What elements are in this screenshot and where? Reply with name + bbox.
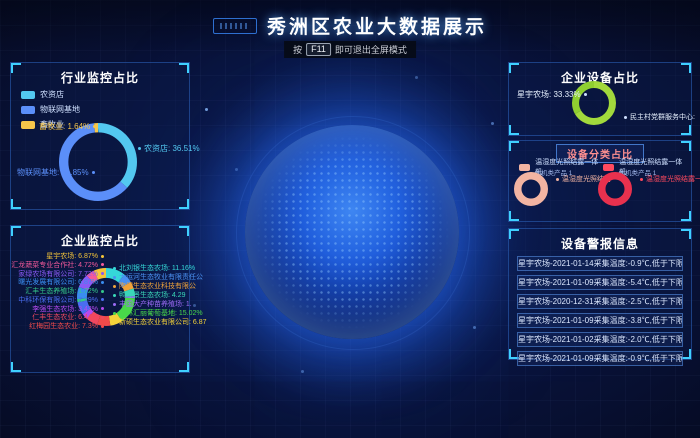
legend-swatch-icon (21, 106, 35, 114)
page-header: 秀洲区农业大数据展示 (0, 12, 700, 39)
tooltip-prefix: 按 (293, 43, 302, 56)
enterprise-label: 陶门生态农业科技有限公 (110, 283, 196, 291)
brand-logo-icon (213, 18, 257, 34)
globe (245, 125, 459, 339)
alarm-row: 星宇农场-2021-01-09采集温度:-3.8℃,低于下限:0℃ (517, 313, 683, 328)
enterprise-label: 仁丰生态农业: 6.44% (32, 314, 107, 322)
industry-monitor-panel: 行业监控占比 农资店 物联网基地 畜牧业 畜牧业: 1.64% 农资店: 36.… (10, 62, 190, 210)
device-class-panel: 设备分类占比 温湿度光照结露一体机 一体机类产品 1 温湿度光照结露一 温湿度光… (508, 140, 692, 222)
alarm-row: 星宇农场-2020-12-31采集温度:-2.5℃,低于下限:0℃ (517, 294, 683, 309)
enterprise-label: 新硕生态农业有限公司: 6.87 (110, 319, 207, 327)
enterprise-label: 北刘银生态农场: 11.16% (110, 265, 195, 273)
class-donut-right[interactable] (598, 172, 632, 206)
enterprise-label: 红梅园生态农业: 7.3% (29, 323, 107, 331)
device-donut-chart[interactable] (572, 81, 616, 125)
device-class-group-left: 温湿度光照结露一体机 一体机类产品 1 温湿度光照结露一 (511, 155, 601, 219)
dashboard: 秀洲区农业大数据展示 按 F11 即可退出全屏模式 行业监控占比 农资店 物联网… (0, 0, 700, 438)
enterprise-label: 星宇农场: 6.87% (46, 253, 107, 261)
class-donut-left[interactable] (514, 172, 548, 206)
alarm-row: 星宇农场-2021-01-09采集温度:-5.4℃,低于下限:0℃ (517, 275, 683, 290)
legend-swatch-icon (21, 121, 35, 129)
legend-label: 物联网基地 (40, 104, 80, 115)
alarm-panel-title: 设备警报信息 (509, 235, 691, 252)
legend-swatch-icon (21, 91, 35, 99)
enterprise-label: 李强生态农场: 3.43% (32, 306, 107, 314)
enterprise-label: 中科环保有限公司: 7.29% (18, 297, 107, 305)
background-sparkles (205, 108, 208, 111)
enterprise-monitor-panel: 企业监控占比 星宇农场: 6.87% 汇龙蔬菜专业合作社: 4.72% 家绿农场… (10, 225, 190, 373)
legend-label: 农资店 (40, 89, 64, 100)
fullscreen-tooltip: 按 F11 即可退出全屏模式 (284, 41, 416, 58)
enterprise-panel-title: 企业监控占比 (11, 232, 189, 249)
enterprise-label: 家绿农场有限公司: 7.72% (18, 271, 107, 279)
enterprise-label: 汇丰生态养殖场: 1.72% (25, 288, 107, 296)
industry-label-iot-base: 物联网基地: 61.85% (17, 167, 98, 178)
enterprise-label: 汇龙蔬菜专业合作社: 4.72% (11, 262, 107, 270)
device-alarm-panel: 设备警报信息 星宇农场-2021-01-14采集温度:-0.9℃,低于下限:0℃… (508, 228, 692, 360)
enterprise-labels-right: 北刘银生态农场: 11.16% 大运河生态牧业有限责任公 陶门生态农业科技有限公… (110, 265, 188, 327)
industry-label-livestock: 畜牧业: 1.64% (39, 121, 99, 132)
f11-keycap: F11 (306, 43, 331, 56)
page-title: 秀洲区农业大数据展示 (267, 12, 487, 39)
enterprise-device-panel: 企业设备占比 星宇农场: 33.33% 民主村党群服务中心: (508, 62, 692, 136)
tooltip-suffix: 即可退出全屏模式 (335, 43, 407, 56)
alarm-row: 星宇农场-2021-01-02采集温度:-2.0℃,低于下限:0℃ (517, 332, 683, 347)
industry-label-agristore: 农资店: 36.51% (135, 143, 200, 154)
legend-item[interactable]: 物联网基地 (21, 104, 80, 115)
enterprise-label: 鸭荡景生态农场: 4.29 (110, 292, 186, 300)
enterprise-labels-left: 星宇农场: 6.87% 汇龙蔬菜专业合作社: 4.72% 家绿农场有限公司: 7… (13, 253, 107, 331)
industry-panel-title: 行业监控占比 (11, 69, 189, 86)
alarm-row: 星宇农场-2021-01-09采集温度:-0.9℃,低于下限:0℃ (517, 351, 683, 366)
enterprise-label: 大运河生态牧业有限责任公 (110, 274, 203, 282)
enterprise-label: 曙光发展有限公司: 6.87% (18, 279, 107, 287)
device-label-farm: 星宇农场: 33.33% (517, 89, 590, 100)
class-side-label-right: 温湿度光照结露一 (637, 174, 700, 184)
device-class-group-right: 温湿度光照结露一体机 一体机类产品 1 温湿度光照结露一 (595, 155, 685, 219)
alarm-row: 星宇农场-2021-01-14采集温度:-0.9℃,低于下限:0℃ (517, 256, 683, 271)
enterprise-label: 瓜林汇丽葡萄基地: 15.02% (110, 310, 203, 318)
enterprise-label: 丰国大产种苗养殖场: 1. (110, 301, 192, 309)
alarm-list: 星宇农场-2021-01-14采集温度:-0.9℃,低于下限:0℃ 星宇农场-20… (509, 256, 691, 366)
legend-item[interactable]: 农资店 (21, 89, 80, 100)
industry-donut-chart[interactable] (59, 123, 137, 201)
device-label-service-center: 民主村党群服务中心: (621, 112, 695, 122)
